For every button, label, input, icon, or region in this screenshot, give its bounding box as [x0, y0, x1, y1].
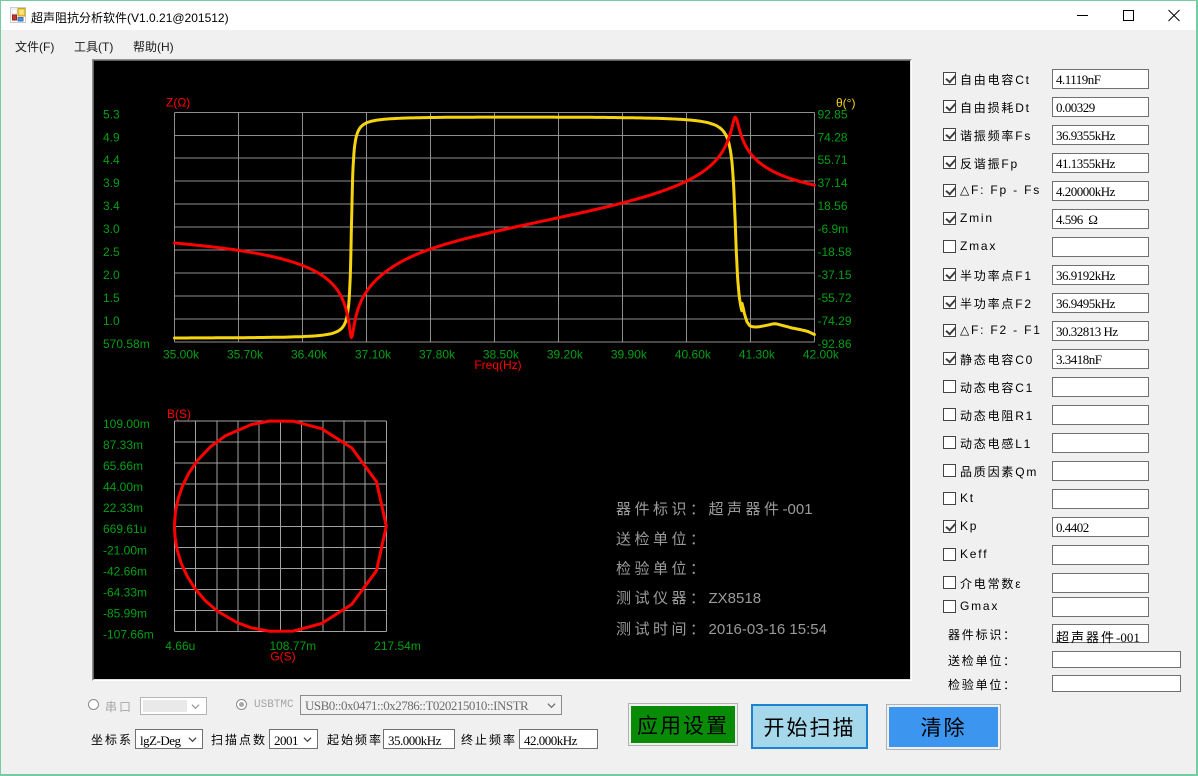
svg-text:-85.99m: -85.99m — [103, 607, 147, 621]
svg-text:18.56: 18.56 — [818, 199, 848, 213]
svg-text:39.20k: 39.20k — [547, 348, 584, 362]
svg-text:65.66m: 65.66m — [103, 459, 143, 473]
svg-text:-74.29: -74.29 — [818, 314, 852, 328]
svg-text:42.00k: 42.00k — [803, 348, 840, 362]
svg-text:35.70k: 35.70k — [227, 348, 264, 362]
svg-text:-37.15: -37.15 — [818, 268, 852, 282]
svg-text:1.0: 1.0 — [103, 314, 120, 328]
svg-text:22.33m: 22.33m — [103, 501, 143, 515]
svg-text:G(S): G(S) — [270, 650, 295, 664]
svg-text:θ(°): θ(°) — [836, 96, 855, 110]
svg-text:4.4: 4.4 — [103, 153, 120, 167]
svg-text:-42.66m: -42.66m — [103, 564, 147, 578]
svg-text:3.9: 3.9 — [103, 176, 120, 190]
svg-text:109.00m: 109.00m — [103, 417, 150, 431]
svg-text:37.14: 37.14 — [818, 176, 848, 190]
svg-text:Freq(Hz): Freq(Hz) — [474, 358, 521, 372]
svg-text:测试时间：2016-03-16 15:54: 测试时间：2016-03-16 15:54 — [616, 621, 827, 638]
svg-text:41.30k: 41.30k — [739, 348, 776, 362]
svg-text:5.3: 5.3 — [103, 107, 120, 121]
svg-text:4.66u: 4.66u — [165, 639, 195, 653]
svg-text:37.80k: 37.80k — [419, 348, 456, 362]
svg-text:-64.33m: -64.33m — [103, 585, 147, 599]
svg-text:35.00k: 35.00k — [163, 348, 200, 362]
svg-text:44.00m: 44.00m — [103, 480, 143, 494]
svg-text:217.54m: 217.54m — [374, 639, 421, 653]
svg-text:37.10k: 37.10k — [355, 348, 392, 362]
svg-text:检验单位：: 检验单位： — [616, 561, 709, 578]
svg-text:-18.58: -18.58 — [818, 245, 852, 259]
svg-text:-6.9m: -6.9m — [818, 222, 849, 236]
svg-text:2.0: 2.0 — [103, 268, 120, 282]
svg-text:3.0: 3.0 — [103, 222, 120, 236]
svg-text:Z(Ω): Z(Ω) — [166, 96, 190, 110]
svg-text:39.90k: 39.90k — [611, 348, 648, 362]
svg-text:2.5: 2.5 — [103, 245, 120, 259]
svg-text:1.5: 1.5 — [103, 291, 120, 305]
svg-text:-55.72: -55.72 — [818, 291, 852, 305]
svg-text:B(S): B(S) — [167, 407, 191, 421]
svg-text:40.60k: 40.60k — [675, 348, 712, 362]
svg-text:55.71: 55.71 — [818, 153, 848, 167]
svg-text:3.4: 3.4 — [103, 199, 120, 213]
svg-text:器件标识：超声器件-001: 器件标识：超声器件-001 — [616, 500, 813, 518]
svg-text:570.58m: 570.58m — [103, 337, 150, 351]
svg-text:87.33m: 87.33m — [103, 438, 143, 452]
svg-text:测试仪器：ZX8518: 测试仪器：ZX8518 — [616, 590, 761, 607]
svg-text:74.28: 74.28 — [818, 130, 848, 144]
svg-text:4.9: 4.9 — [103, 130, 120, 144]
svg-text:-107.66m: -107.66m — [103, 628, 154, 642]
svg-text:36.40k: 36.40k — [291, 348, 328, 362]
svg-text:669.61u: 669.61u — [103, 522, 146, 536]
svg-text:送检单位：: 送检单位： — [616, 531, 709, 548]
svg-text:-21.00m: -21.00m — [103, 543, 147, 557]
